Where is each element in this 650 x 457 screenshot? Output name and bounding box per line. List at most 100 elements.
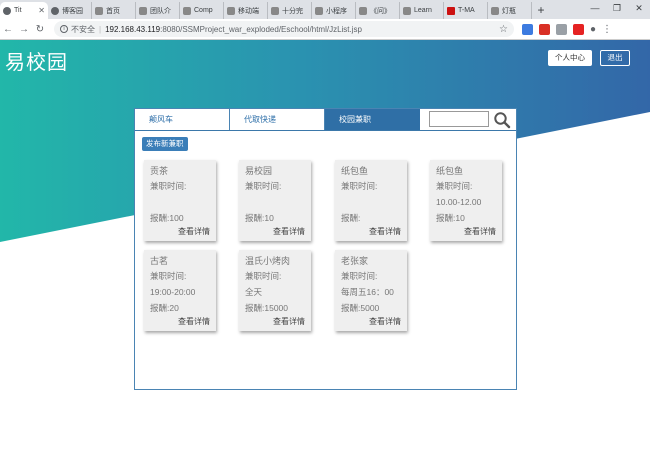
address-separator: | — [99, 24, 102, 34]
browser-toolbar: ← → ↻ i 不安全 | 192.168.43.119 :8080/SSMPr… — [0, 19, 650, 40]
job-time — [245, 194, 305, 210]
tab-label: Learn — [414, 7, 432, 14]
browser-tab[interactable]: T-MA — [444, 2, 488, 19]
tab-label: 移动端 — [238, 7, 259, 15]
minimize-icon[interactable]: — — [584, 0, 606, 19]
extension-icon[interactable] — [573, 23, 584, 35]
job-time — [341, 194, 401, 210]
job-pay: 报酬:10 — [245, 213, 274, 223]
view-details-link[interactable]: 查看详情 — [150, 317, 210, 327]
search-input[interactable] — [429, 111, 489, 127]
browser-tab[interactable]: 首页 — [92, 2, 136, 19]
site-icon — [227, 6, 235, 15]
job-card[interactable]: 温氏小烤肉 兼职时间: 全天 报酬:15000 查看详情 — [239, 250, 311, 331]
browser-tab[interactable]: Tit ✕ — [0, 2, 48, 19]
job-pay: 报酬: — [341, 213, 361, 223]
view-details-link[interactable]: 查看详情 — [341, 317, 401, 327]
browser-tab[interactable]: 移动端 — [224, 2, 268, 19]
publish-job-button[interactable]: 发布新兼职 — [142, 137, 188, 151]
tab-label: 团队介 — [150, 7, 171, 15]
personal-center-button[interactable]: 个人中心 — [548, 50, 592, 66]
job-pay: 报酬:5000 — [341, 303, 380, 313]
reload-icon[interactable]: ↻ — [32, 24, 48, 35]
job-name: 易校园 — [245, 166, 273, 176]
job-time-label: 兼职时间: — [150, 271, 187, 281]
tab-label: Comp — [194, 7, 213, 14]
site-icon — [183, 6, 191, 15]
browser-tab[interactable]: Learn — [400, 2, 444, 19]
maximize-icon[interactable]: ❐ — [606, 0, 628, 19]
job-name: 贡茶 — [150, 166, 169, 176]
info-icon[interactable]: i — [60, 25, 68, 33]
job-name: 老张家 — [341, 256, 369, 266]
site-icon — [359, 6, 367, 15]
job-time — [150, 194, 210, 210]
job-pay: 报酬:15000 — [245, 303, 288, 313]
page-icon — [3, 6, 11, 15]
extension-icon[interactable] — [539, 23, 550, 35]
window-controls: — ❐ ✕ — [584, 0, 650, 19]
page: 易校园 个人中心 退出 颠风车 代取快递 校园兼职 发布新兼职 贡茶 兼职时间:… — [0, 40, 650, 457]
back-icon[interactable]: ← — [0, 24, 16, 35]
job-time-label: 兼职时间: — [245, 181, 282, 191]
browser-tab[interactable]: 灯瓶 — [488, 2, 532, 19]
tab-carpool[interactable]: 颠风车 — [135, 109, 230, 130]
view-details-link[interactable]: 查看详情 — [245, 227, 305, 237]
site-logo[interactable]: 易校园 — [5, 46, 68, 75]
tab-label: 十分完 — [282, 7, 303, 15]
job-name: 纸包鱼 — [341, 166, 369, 176]
job-card[interactable]: 纸包鱼 兼职时间: 10.00-12.00 报酬:10 查看详情 — [430, 160, 502, 241]
logout-button[interactable]: 退出 — [600, 50, 630, 66]
job-time: 10.00-12.00 — [436, 197, 482, 207]
job-time: 全天 — [245, 287, 263, 297]
tab-label: 博客园 — [62, 7, 83, 15]
view-details-link[interactable]: 查看详情 — [245, 317, 305, 327]
content-panel: 颠风车 代取快递 校园兼职 发布新兼职 贡茶 兼职时间: 报酬:100 查看详情… — [134, 108, 517, 390]
site-icon — [51, 6, 59, 15]
browser-tab[interactable]: 十分完 — [268, 2, 312, 19]
new-tab-button[interactable]: + — [532, 2, 550, 19]
browser-tab[interactable]: 团队介 — [136, 2, 180, 19]
job-pay: 报酬:100 — [150, 213, 184, 223]
extension-icon[interactable] — [522, 23, 533, 35]
job-card[interactable]: 老张家 兼职时间: 每周五16：00 报酬:5000 查看详情 — [335, 250, 407, 331]
view-details-link[interactable]: 查看详情 — [436, 227, 496, 237]
bookmark-star-icon[interactable]: ☆ — [499, 24, 508, 35]
job-time-label: 兼职时间: — [341, 181, 378, 191]
url-path: :8080/SSMProject_war_exploded/Eschool/ht… — [160, 24, 362, 34]
site-icon — [271, 6, 279, 15]
tab-label: 《问》 — [370, 7, 391, 15]
site-icon — [95, 6, 103, 15]
job-card[interactable]: 古茗 兼职时间: 19:00-20:00 报酬:20 查看详情 — [144, 250, 216, 331]
job-time-label: 兼职时间: — [341, 271, 378, 281]
security-label: 不安全 — [71, 24, 95, 34]
tab-label: Tit — [14, 7, 22, 14]
browser-tab[interactable]: Comp — [180, 2, 224, 19]
job-card[interactable]: 贡茶 兼职时间: 报酬:100 查看详情 — [144, 160, 216, 241]
tab-part-time[interactable]: 校园兼职 — [325, 109, 420, 130]
job-card[interactable]: 纸包鱼 兼职时间: 报酬: 查看详情 — [335, 160, 407, 241]
browser-tab[interactable]: 《问》 — [356, 2, 400, 19]
tab-label: T-MA — [458, 7, 475, 14]
search-icon[interactable] — [493, 111, 511, 129]
close-icon[interactable]: ✕ — [38, 6, 45, 15]
job-time: 19:00-20:00 — [150, 287, 196, 297]
forward-icon[interactable]: → — [16, 24, 32, 35]
view-details-link[interactable]: 查看详情 — [341, 227, 401, 237]
address-bar[interactable]: i 不安全 | 192.168.43.119 :8080/SSMProject_… — [54, 21, 514, 37]
tab-express-pickup[interactable]: 代取快递 — [230, 109, 325, 130]
site-icon — [447, 6, 455, 15]
menu-icon[interactable]: ⋮ — [602, 24, 612, 35]
browser-tab[interactable]: 博客园 — [48, 2, 92, 19]
account-icon[interactable]: ● — [590, 24, 596, 35]
job-pay: 报酬:20 — [150, 303, 179, 313]
extension-icon[interactable] — [556, 23, 567, 35]
close-window-icon[interactable]: ✕ — [628, 0, 650, 19]
view-details-link[interactable]: 查看详情 — [150, 227, 210, 237]
browser-tab[interactable]: 小程序 — [312, 2, 356, 19]
job-card[interactable]: 易校园 兼职时间: 报酬:10 查看详情 — [239, 160, 311, 241]
site-icon — [403, 6, 411, 15]
tab-label: 灯瓶 — [502, 7, 516, 15]
job-name: 古茗 — [150, 256, 169, 266]
browser-tabbar: Tit ✕ 博客园 首页 团队介 Comp 移动端 十分完 小程序 《问》 Le… — [0, 0, 650, 19]
